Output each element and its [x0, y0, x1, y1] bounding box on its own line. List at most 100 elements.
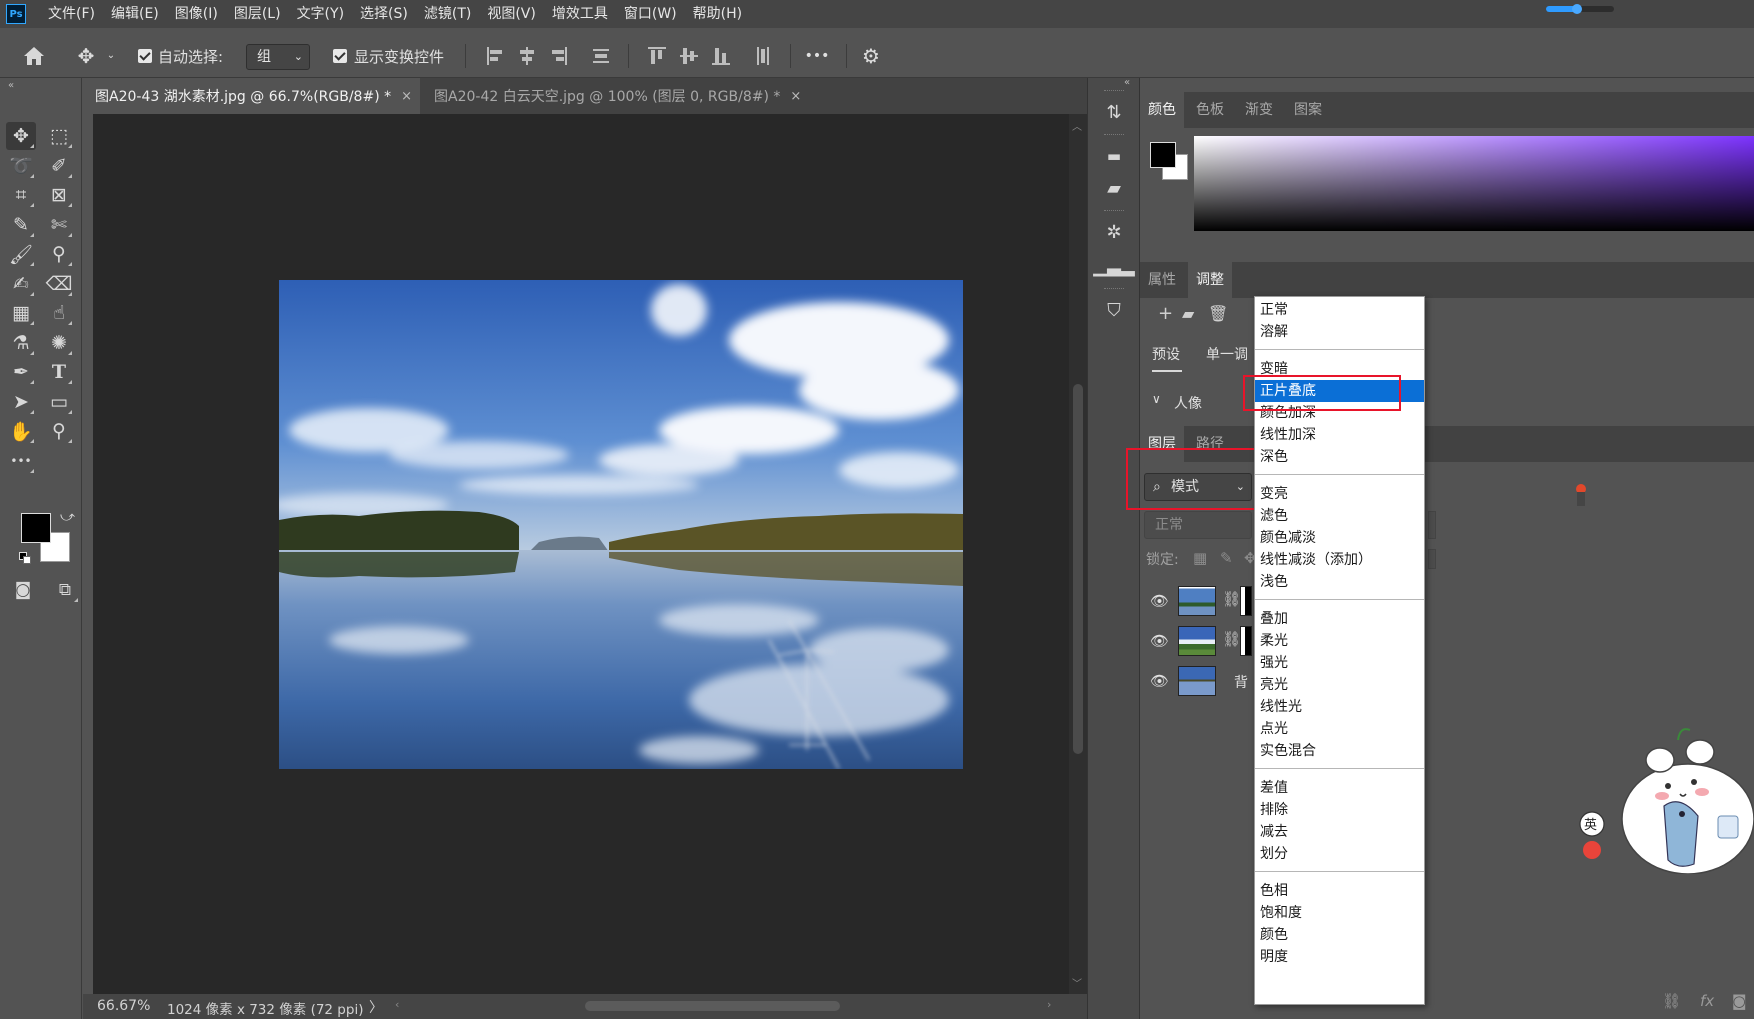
tab-lake-image[interactable]: 图A20-43 湖水素材.jpg @ 66.7%(RGB/8#) * × [83, 78, 420, 114]
menu-item[interactable]: 帮助(H) [685, 0, 750, 28]
blend-mode-option[interactable]: 饱和度 [1255, 902, 1424, 924]
align-top-icon[interactable] [646, 44, 668, 68]
expand-panels-icon[interactable]: « [1124, 77, 1130, 88]
link-icon[interactable]: ⛓ [1222, 630, 1241, 648]
history-icon[interactable]: ⇅ [1102, 100, 1126, 124]
healing-icon[interactable]: ✄ [44, 211, 74, 239]
layer-row[interactable]: 👁 背 [1140, 662, 1260, 702]
blend-mode-option[interactable]: 颜色减淡 [1255, 527, 1424, 549]
portrait-group[interactable]: 人像 [1174, 393, 1202, 413]
frame-icon[interactable]: ⊠ [44, 181, 74, 209]
blend-mode-option[interactable]: 线性光 [1255, 696, 1424, 718]
eraser-icon[interactable]: ⌫ [44, 270, 74, 298]
tab-properties[interactable]: 属性 [1140, 262, 1184, 298]
blend-mode-option[interactable]: 划分 [1255, 843, 1424, 865]
chevron-down-icon[interactable]: ⌄ [104, 48, 118, 62]
histogram-icon[interactable]: ▁▃▂ [1093, 254, 1135, 278]
stamp-icon[interactable]: ⚲ [44, 240, 74, 268]
blend-mode-option[interactable]: 强光 [1255, 652, 1424, 674]
move-icon[interactable]: ✥ [6, 122, 36, 150]
tab-adjustments[interactable]: 调整 [1188, 262, 1232, 298]
gradient-icon[interactable]: ▦ [6, 299, 36, 327]
blend-mode-option[interactable]: 线性加深 [1255, 424, 1424, 446]
chevron-down-icon[interactable]: ∨ [1152, 392, 1161, 406]
zoom-slider[interactable] [1546, 4, 1614, 14]
horizontal-scroll-thumb[interactable] [585, 1001, 840, 1011]
blend-mode-option[interactable]: 排除 [1255, 799, 1424, 821]
tab-gradients[interactable]: 渐变 [1237, 92, 1281, 128]
mask-icon[interactable]: ◙ [1732, 992, 1747, 1010]
preset-tab[interactable]: 预设 [1152, 344, 1180, 364]
scroll-left-icon[interactable]: ‹ [395, 998, 399, 1011]
eye-icon[interactable]: 👁 [1150, 592, 1169, 610]
align-bottom-icon[interactable] [710, 44, 732, 68]
hand-icon[interactable]: ✋ [6, 417, 36, 445]
menu-item[interactable]: 文件(F) [40, 0, 103, 28]
status-menu-icon[interactable]: 〉 [369, 997, 383, 1017]
history-brush-icon[interactable]: ✍ [6, 270, 36, 298]
collapse-icon[interactable]: « [8, 80, 14, 91]
more-options-icon[interactable]: ••• [804, 44, 830, 68]
move-tool-options-icon[interactable]: ✥ [72, 42, 100, 70]
distribute-vertical-icon[interactable] [590, 44, 612, 68]
color-spectrum[interactable] [1194, 136, 1754, 231]
blend-mode-option[interactable]: 变亮 [1255, 483, 1424, 505]
plugins-icon[interactable]: ▬ [1102, 144, 1126, 168]
menu-item[interactable]: 图像(I) [167, 0, 226, 28]
blend-mode-option[interactable]: 减去 [1255, 821, 1424, 843]
menu-item[interactable]: 视图(V) [479, 0, 544, 28]
swap-colors-icon[interactable]: ⤻ [60, 509, 75, 525]
align-middle-v-icon[interactable] [678, 44, 700, 68]
quick-mask-icon[interactable]: ◙ [8, 576, 38, 604]
brush-icon[interactable]: 🖌 [6, 240, 36, 268]
menu-item[interactable]: 图层(L) [226, 0, 289, 28]
opacity-field[interactable] [1428, 511, 1436, 539]
menu-item[interactable]: 编辑(E) [103, 0, 167, 28]
smudge-icon[interactable]: ☝ [44, 299, 74, 327]
blend-mode-option[interactable]: 叠加 [1255, 608, 1424, 630]
tab-color[interactable]: 颜色 [1140, 92, 1184, 128]
menu-item[interactable]: 滤镜(T) [416, 0, 479, 28]
rectangle-icon[interactable]: ▭ [44, 388, 74, 416]
home-icon[interactable] [20, 42, 48, 70]
lock-paint-icon[interactable]: ✎ [1220, 549, 1233, 567]
layer-row[interactable]: 👁 ⛓ [1140, 582, 1260, 622]
vertical-scrollbar[interactable]: ︿ ﹀ [1069, 114, 1087, 994]
more-tools-icon[interactable]: ••• [6, 447, 36, 475]
close-icon[interactable]: × [790, 89, 801, 104]
path-select-icon[interactable]: ➤ [6, 388, 36, 416]
eyedropper-icon[interactable]: ✎ [6, 211, 36, 239]
auto-select-dropdown[interactable]: 组 ⌄ [246, 44, 310, 70]
blend-mode-option[interactable]: 色相 [1255, 880, 1424, 902]
clone-source-icon[interactable]: ⛉ [1102, 298, 1126, 322]
blend-mode-option[interactable]: 线性减淡（添加） [1255, 549, 1424, 571]
marquee-icon[interactable]: ⬚ [44, 122, 74, 150]
blend-mode-option[interactable]: 颜色 [1255, 924, 1424, 946]
trash-icon[interactable]: 🗑 [1208, 304, 1228, 323]
panel-foreground-swatch[interactable] [1150, 142, 1176, 168]
type-icon[interactable]: T [44, 358, 74, 386]
blend-mode-option[interactable]: 亮光 [1255, 674, 1424, 696]
align-right-icon[interactable] [548, 44, 570, 68]
gear-icon[interactable]: ⚙ [858, 43, 884, 69]
scroll-right-icon[interactable]: › [1047, 998, 1051, 1011]
quick-select-icon[interactable]: ✐ [44, 152, 74, 180]
blend-mode-select[interactable]: 正常 [1144, 511, 1252, 539]
blend-mode-option[interactable]: 差值 [1255, 777, 1424, 799]
eye-icon[interactable]: 👁 [1150, 632, 1169, 650]
link-layers-icon[interactable]: ⛓ [1662, 992, 1681, 1010]
add-icon[interactable]: + [1158, 303, 1173, 324]
blend-mode-option[interactable]: 正常 [1255, 299, 1424, 321]
menu-item[interactable]: 增效工具 [544, 0, 616, 28]
sponge-icon[interactable]: ✺ [44, 329, 74, 357]
blend-mode-option[interactable]: 深色 [1255, 446, 1424, 468]
lake-photo[interactable] [279, 280, 963, 769]
zoom-slider-knob[interactable] [1571, 4, 1582, 14]
vertical-scroll-thumb[interactable] [1073, 384, 1083, 754]
menu-item[interactable]: 选择(S) [352, 0, 416, 28]
layer-mask-thumbnail[interactable] [1240, 586, 1252, 616]
blend-mode-option[interactable]: 点光 [1255, 718, 1424, 740]
blend-mode-option[interactable]: 实色混合 [1255, 740, 1424, 762]
navigator-icon[interactable]: ✲ [1102, 220, 1126, 244]
scroll-down-icon[interactable]: ﹀ [1072, 975, 1082, 990]
